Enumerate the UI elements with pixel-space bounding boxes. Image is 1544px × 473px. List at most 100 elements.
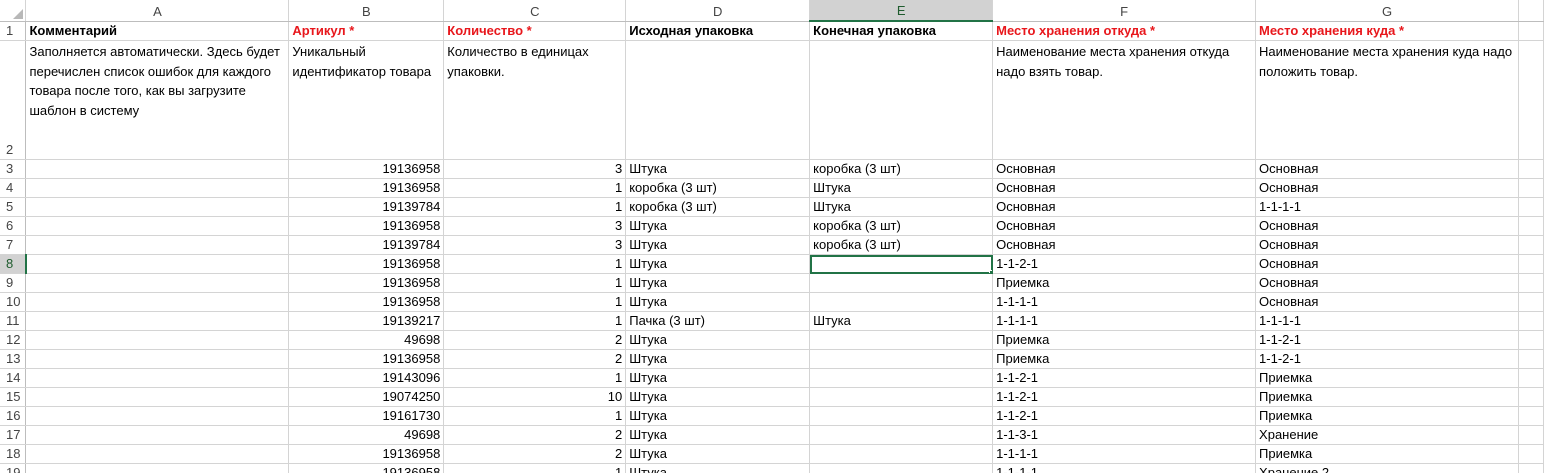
cell-d[interactable]: Штука bbox=[625, 292, 811, 312]
cell-c[interactable]: 1 bbox=[443, 463, 627, 473]
cell[interactable] bbox=[1518, 368, 1544, 388]
cell-g[interactable]: 1-1-2-1 bbox=[1255, 349, 1519, 369]
cell-f[interactable]: 1-1-1-1 bbox=[992, 292, 1257, 312]
cell-g[interactable]: Основная bbox=[1255, 159, 1519, 179]
description-cell-a[interactable]: Заполняется автоматически. Здесь будет п… bbox=[25, 40, 290, 160]
cell-b[interactable]: 19139784 bbox=[288, 235, 445, 255]
row-header[interactable]: 9 bbox=[0, 273, 27, 293]
cell-a[interactable] bbox=[25, 292, 290, 312]
cell[interactable] bbox=[1518, 463, 1544, 473]
cell-f[interactable]: 1-1-1-1 bbox=[992, 444, 1257, 464]
cell-e[interactable] bbox=[809, 292, 994, 312]
cell-f[interactable]: Приемка bbox=[992, 330, 1257, 350]
cell[interactable] bbox=[1518, 349, 1544, 369]
cell-c[interactable]: 2 bbox=[443, 349, 627, 369]
description-cell-f[interactable]: Наименование места хранения откуда надо … bbox=[992, 40, 1257, 160]
cell-b[interactable]: 19139784 bbox=[288, 197, 445, 217]
cell-e[interactable] bbox=[809, 273, 994, 293]
cell[interactable] bbox=[1518, 330, 1544, 350]
cell-f[interactable]: Основная bbox=[992, 216, 1257, 236]
cell-c[interactable]: 1 bbox=[443, 406, 627, 426]
cell-d[interactable]: Штука bbox=[625, 273, 811, 293]
cell-e[interactable] bbox=[809, 387, 994, 407]
cell-f[interactable]: 1-1-1-1 bbox=[992, 311, 1257, 331]
cell-g[interactable]: Приемка bbox=[1255, 368, 1519, 388]
cell-b[interactable]: 19161730 bbox=[288, 406, 445, 426]
cell-b[interactable]: 19136958 bbox=[288, 178, 445, 198]
row-header[interactable]: 4 bbox=[0, 178, 27, 198]
cell-f[interactable]: Основная bbox=[992, 178, 1257, 198]
column-header-h[interactable] bbox=[1518, 0, 1544, 22]
row-header[interactable]: 5 bbox=[0, 197, 27, 217]
header-cell-g[interactable]: Место хранения куда * bbox=[1255, 21, 1519, 41]
cell[interactable] bbox=[1518, 387, 1544, 407]
cell[interactable] bbox=[1518, 235, 1544, 255]
header-cell-b[interactable]: Артикул * bbox=[288, 21, 445, 41]
cell-d[interactable]: Штука bbox=[625, 425, 811, 445]
cell[interactable] bbox=[1518, 406, 1544, 426]
cell-e[interactable]: Штука bbox=[809, 311, 994, 331]
cell-a[interactable] bbox=[25, 159, 290, 179]
cell-f[interactable]: 1-1-2-1 bbox=[992, 254, 1257, 274]
cell-c[interactable]: 1 bbox=[443, 254, 627, 274]
row-header[interactable]: 7 bbox=[0, 235, 27, 255]
cell-d[interactable]: Штука bbox=[625, 254, 811, 274]
cell-c[interactable]: 1 bbox=[443, 311, 627, 331]
cell-b[interactable]: 19136958 bbox=[288, 292, 445, 312]
cell-e[interactable] bbox=[809, 444, 994, 464]
cell-d[interactable]: Штука bbox=[625, 235, 811, 255]
cell-f[interactable]: Приемка bbox=[992, 273, 1257, 293]
cell[interactable] bbox=[1518, 40, 1544, 160]
cell-f[interactable]: Основная bbox=[992, 197, 1257, 217]
cell-d[interactable]: Штука bbox=[625, 159, 811, 179]
cell-b[interactable]: 19136958 bbox=[288, 216, 445, 236]
cell-a[interactable] bbox=[25, 463, 290, 473]
cell-d[interactable]: Пачка (3 шт) bbox=[625, 311, 811, 331]
cell-e[interactable]: коробка (3 шт) bbox=[809, 235, 994, 255]
cell-c[interactable]: 2 bbox=[443, 330, 627, 350]
cell-e[interactable] bbox=[809, 406, 994, 426]
cell-d[interactable]: Штука bbox=[625, 406, 811, 426]
cell-c[interactable]: 2 bbox=[443, 444, 627, 464]
cell-c[interactable]: 1 bbox=[443, 178, 627, 198]
cell-a[interactable] bbox=[25, 425, 290, 445]
cell-g[interactable]: 1-1-2-1 bbox=[1255, 330, 1519, 350]
active-cell[interactable] bbox=[809, 254, 994, 274]
cell-a[interactable] bbox=[25, 273, 290, 293]
cell[interactable] bbox=[1518, 292, 1544, 312]
cell-c[interactable]: 1 bbox=[443, 273, 627, 293]
cell-d[interactable]: Штука bbox=[625, 387, 811, 407]
cell-g[interactable]: Основная bbox=[1255, 235, 1519, 255]
column-header-c[interactable]: C bbox=[443, 0, 627, 22]
cell-g[interactable]: Основная bbox=[1255, 273, 1519, 293]
cell-d[interactable]: Штука bbox=[625, 444, 811, 464]
cell-d[interactable]: Штука bbox=[625, 349, 811, 369]
cell-e[interactable] bbox=[809, 463, 994, 473]
description-cell-b[interactable]: Уникальный идентификатор товара bbox=[288, 40, 445, 160]
cell-c[interactable]: 10 bbox=[443, 387, 627, 407]
cell-a[interactable] bbox=[25, 178, 290, 198]
header-cell-d[interactable]: Исходная упаковка bbox=[625, 21, 811, 41]
cell-f[interactable]: Основная bbox=[992, 235, 1257, 255]
cell-f[interactable]: 1-1-2-1 bbox=[992, 406, 1257, 426]
cell-a[interactable] bbox=[25, 197, 290, 217]
cell[interactable] bbox=[1518, 273, 1544, 293]
description-cell-d[interactable] bbox=[625, 40, 811, 160]
row-header[interactable]: 16 bbox=[0, 406, 27, 426]
cell-a[interactable] bbox=[25, 406, 290, 426]
cell[interactable] bbox=[1518, 159, 1544, 179]
cell-f[interactable]: 1-1-2-1 bbox=[992, 387, 1257, 407]
cell-d[interactable]: Штука bbox=[625, 368, 811, 388]
cell-g[interactable]: 1-1-1-1 bbox=[1255, 311, 1519, 331]
cell-b[interactable]: 19136958 bbox=[288, 444, 445, 464]
cell-g[interactable]: Приемка bbox=[1255, 406, 1519, 426]
cell-g[interactable]: 1-1-1-1 bbox=[1255, 197, 1519, 217]
cell-e[interactable]: Штука bbox=[809, 197, 994, 217]
row-header[interactable]: 11 bbox=[0, 311, 27, 331]
select-all-corner[interactable] bbox=[0, 0, 27, 22]
row-header[interactable]: 10 bbox=[0, 292, 27, 312]
cell-a[interactable] bbox=[25, 387, 290, 407]
cell-a[interactable] bbox=[25, 368, 290, 388]
cell-c[interactable]: 3 bbox=[443, 216, 627, 236]
cell-c[interactable]: 1 bbox=[443, 197, 627, 217]
